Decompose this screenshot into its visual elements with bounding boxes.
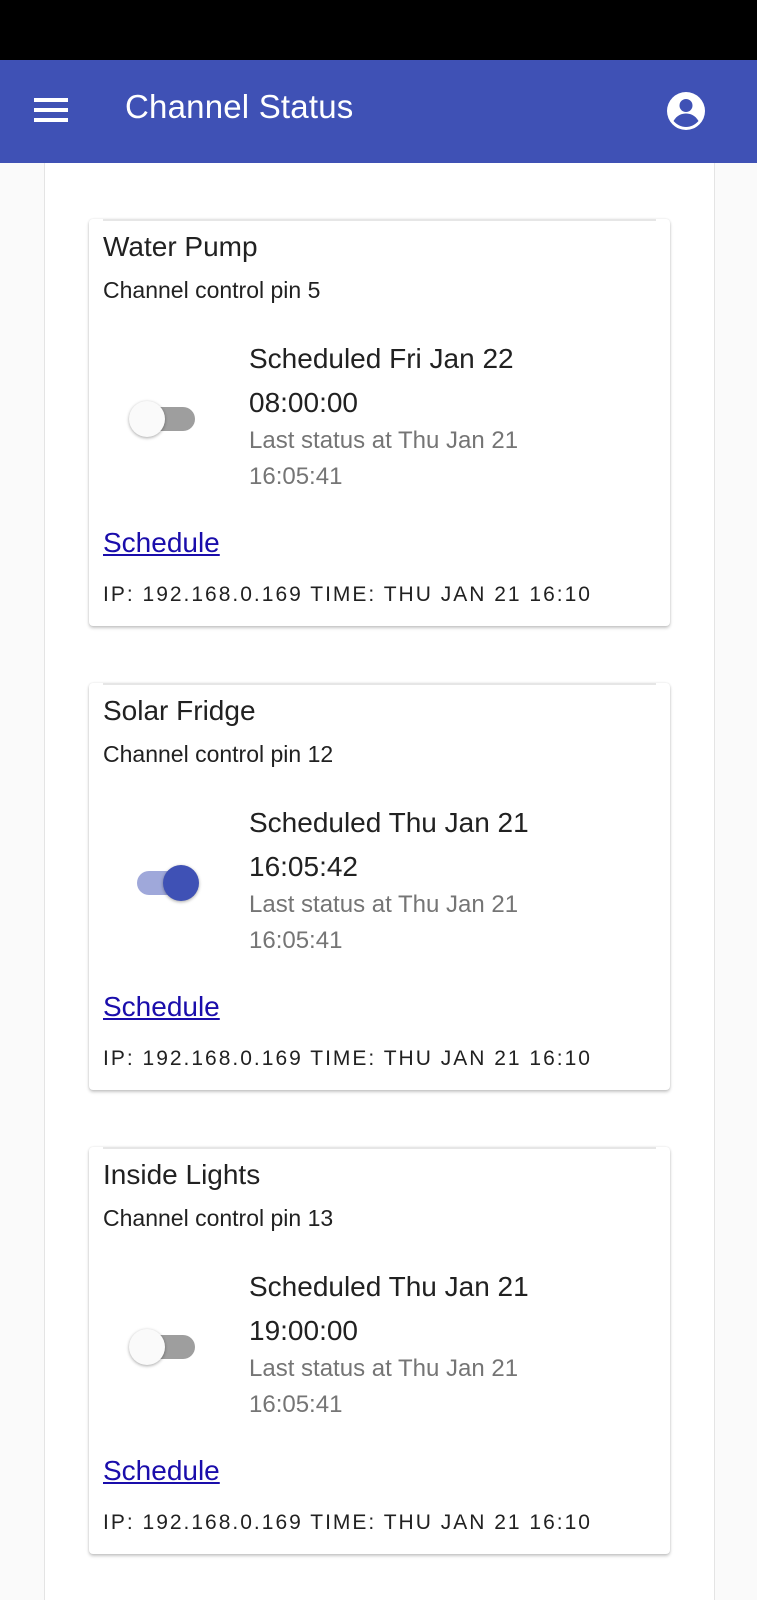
channel-control-pin: Channel control pin 12 [103,741,334,767]
card-footer: IP: 192.168.0.169 TIME: THU JAN 21 16:10 [103,1047,592,1070]
toggle-thumb [129,1329,165,1365]
card-divider [103,683,656,685]
account-circle-icon[interactable] [665,90,707,132]
channel-card-water-pump: Water Pump Channel control pin 5 Schedul… [89,219,670,626]
toggle-thumb [163,865,199,901]
status-bar [0,0,757,60]
last-status: Last status at Thu Jan 21 16:05:41 [249,1355,519,1418]
schedule-link[interactable]: Schedule [103,1455,220,1487]
card-footer: IP: 192.168.0.169 TIME: THU JAN 21 16:10 [103,583,592,606]
channel-card-inside-lights: Inside Lights Channel control pin 13 Sch… [89,1147,670,1554]
card-footer: IP: 192.168.0.169 TIME: THU JAN 21 16:10 [103,1511,592,1534]
channel-control-pin: Channel control pin 13 [103,1205,334,1231]
channel-name: Water Pump [103,231,258,262]
channel-toggle[interactable] [129,861,199,901]
channel-toggle[interactable] [129,1325,199,1365]
card-divider [103,1147,656,1149]
app-bar: Channel Status [0,60,757,163]
channel-toggle[interactable] [129,397,199,437]
scheduled-time: Scheduled Fri Jan 22 08:00:00 [249,343,514,418]
channel-card-solar-fridge: Solar Fridge Channel control pin 12 Sche… [89,683,670,1090]
channel-control-pin: Channel control pin 5 [103,277,321,303]
channel-name: Solar Fridge [103,695,256,726]
scheduled-time: Scheduled Thu Jan 21 19:00:00 [249,1271,529,1346]
scheduled-time: Scheduled Thu Jan 21 16:05:42 [249,807,529,882]
page-title: Channel Status [125,88,354,125]
schedule-link[interactable]: Schedule [103,527,220,559]
toggle-thumb [129,401,165,437]
last-status: Last status at Thu Jan 21 16:05:41 [249,891,519,954]
last-status: Last status at Thu Jan 21 16:05:41 [249,427,519,490]
schedule-link[interactable]: Schedule [103,991,220,1023]
card-divider [103,219,656,221]
hamburger-menu-icon[interactable] [34,98,68,124]
channel-name: Inside Lights [103,1159,261,1190]
